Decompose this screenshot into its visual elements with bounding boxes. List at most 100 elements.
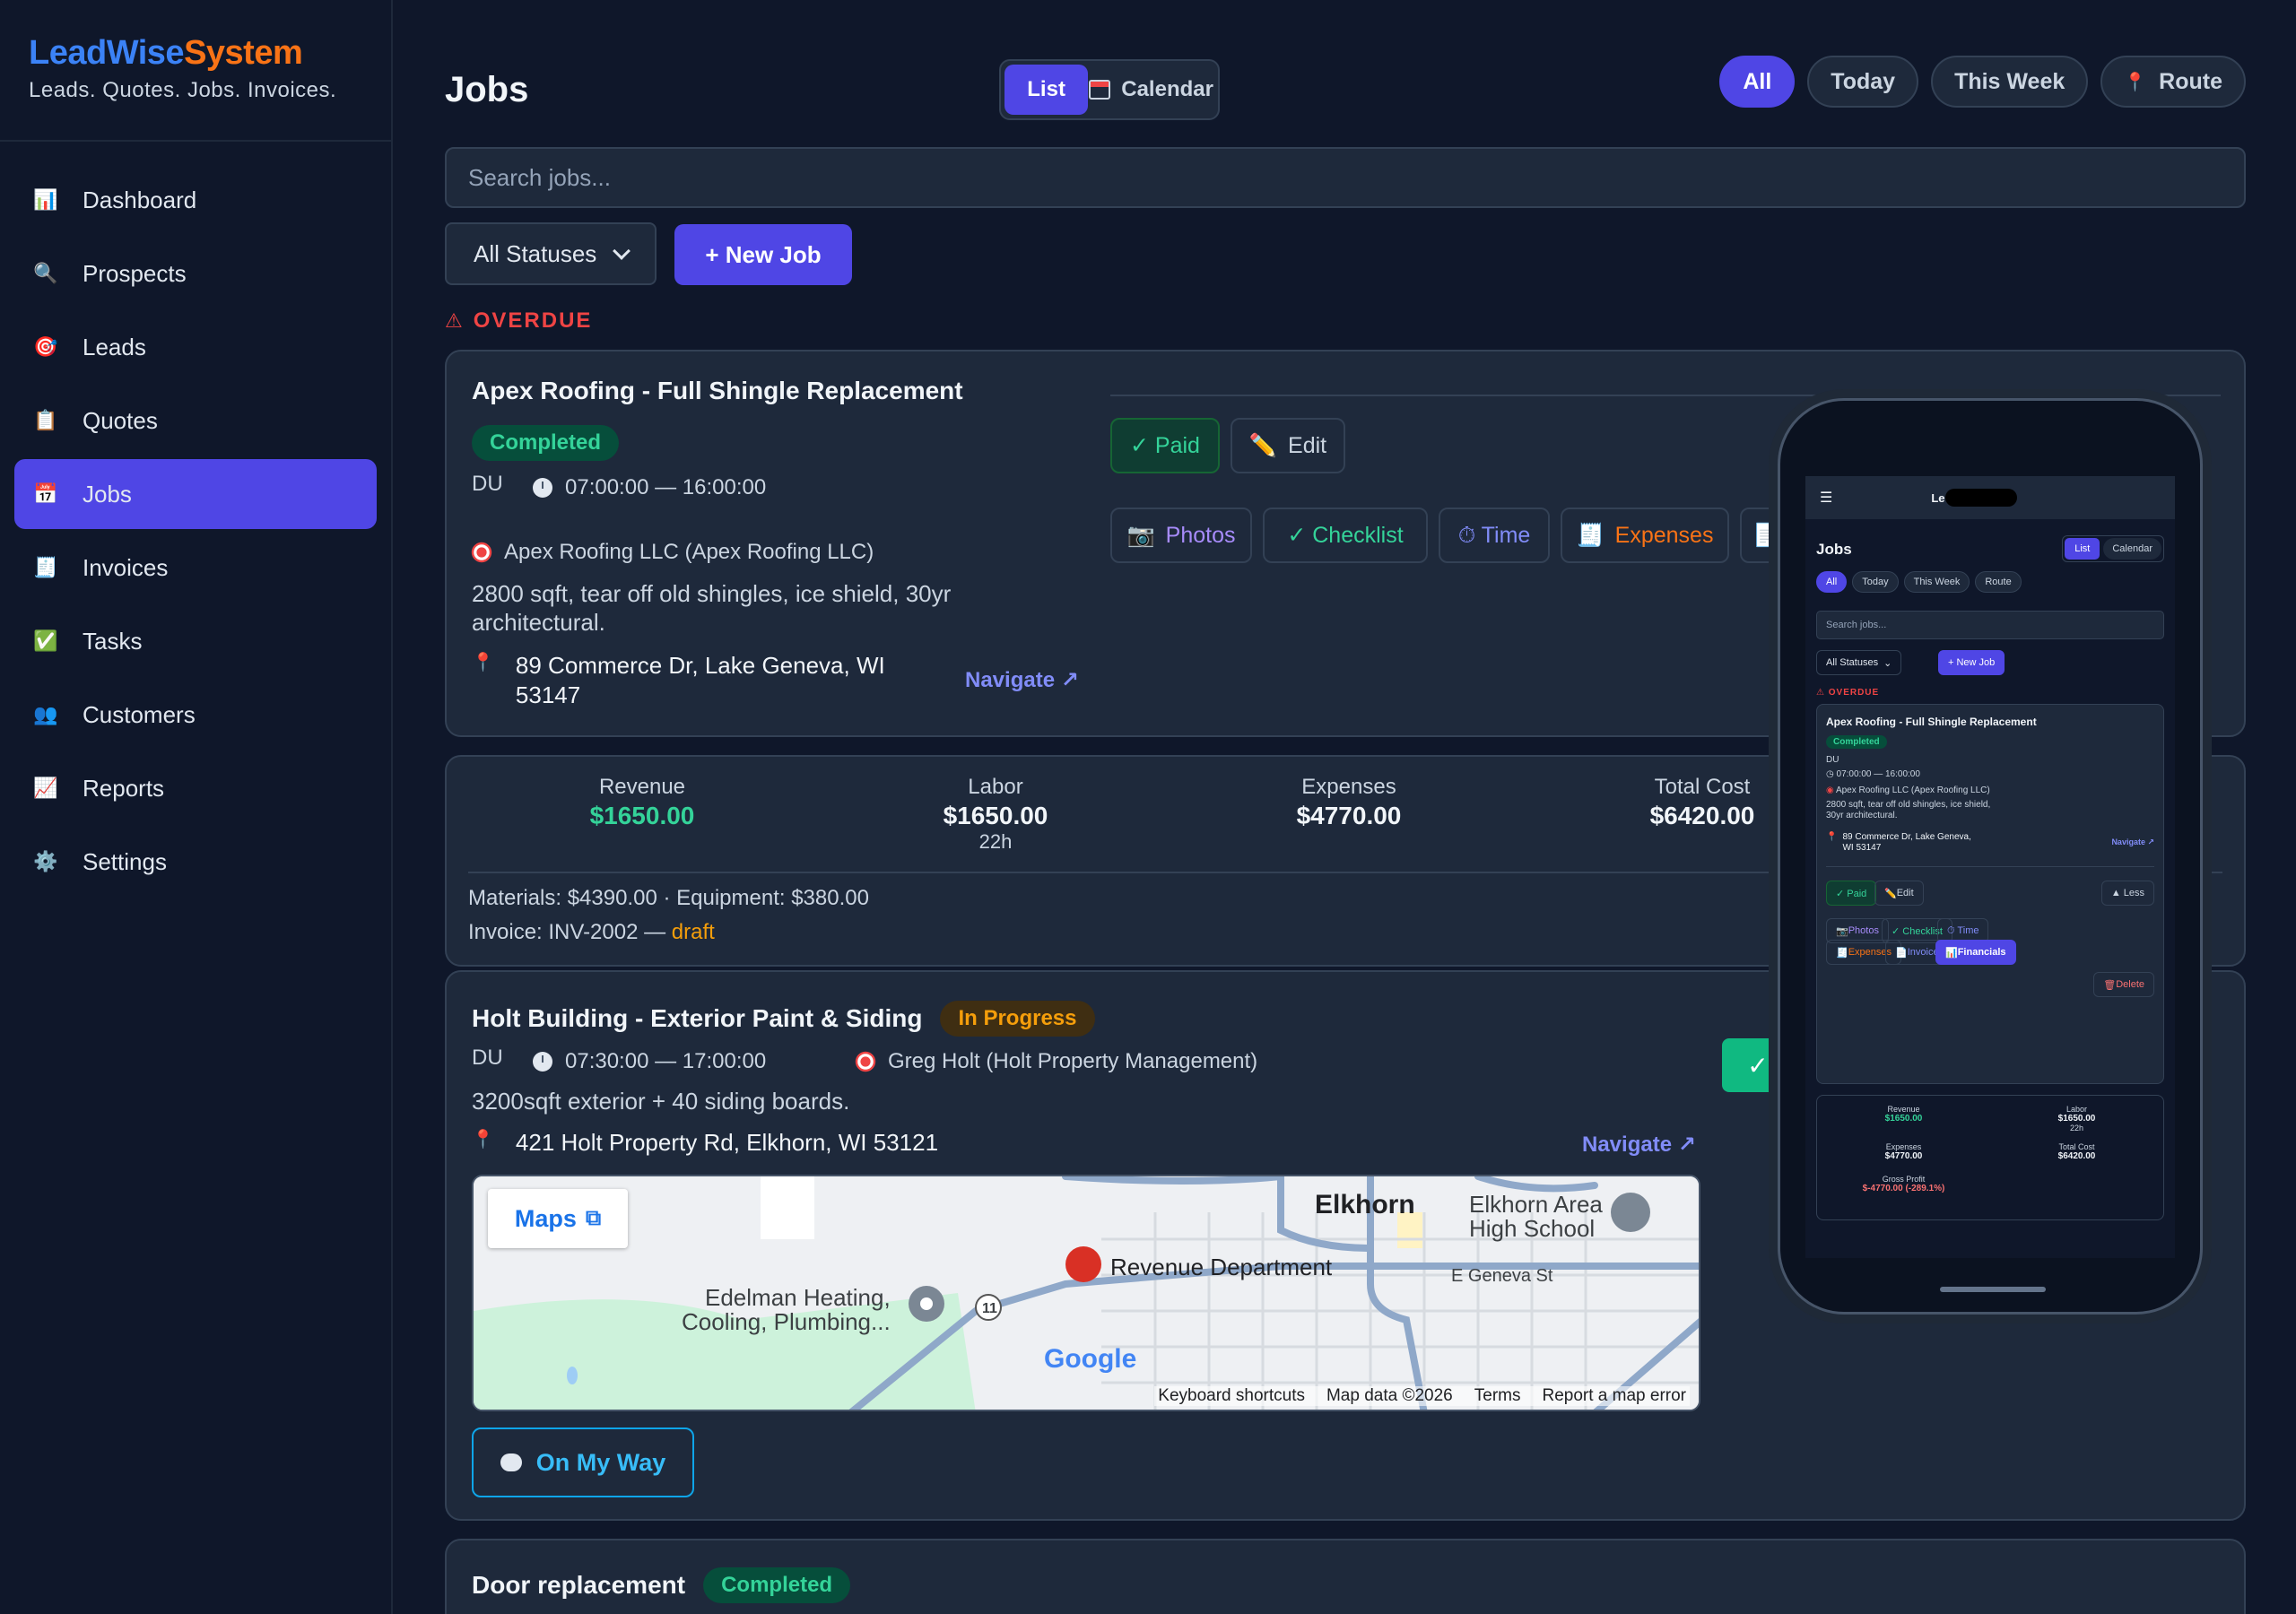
phone-delete-button[interactable]: 🗑 Delete <box>2093 972 2154 997</box>
search-input[interactable]: Search jobs... <box>445 147 2246 208</box>
map-label-elkhorn: Elkhorn <box>1315 1190 1415 1219</box>
brand-tagline: Leads. Quotes. Jobs. Invoices. <box>29 78 337 102</box>
status-select-value: All Statuses <box>474 239 597 267</box>
phone-revenue-stat: Revenue $1650.00 <box>1817 1105 1990 1124</box>
map-shortcuts-link[interactable]: Keyboard shortcuts <box>1158 1386 1305 1406</box>
expenses-label: Expenses <box>1301 775 1396 799</box>
filter-all[interactable]: All <box>1719 56 1796 108</box>
phone-expenses-value: $4770.00 <box>1884 1151 1923 1161</box>
phone-paid-button[interactable]: ✓ Paid <box>1826 881 1877 906</box>
job-map[interactable]: Maps ⧉ Elkhorn Elkhorn Area High School R… <box>472 1175 1700 1411</box>
job-address-text: 89 Commerce Dr, Lake Geneva, WI 53147 <box>515 652 885 708</box>
receipt-icon: 🧾 <box>1576 522 1605 548</box>
phone-navigate-link[interactable]: Navigate ↗ <box>2111 837 2154 847</box>
phone-less-button[interactable]: ▲ Less <box>2100 881 2154 906</box>
sidebar-item-tasks[interactable]: ✅ Tasks <box>14 606 377 676</box>
filter-this-week[interactable]: This Week <box>1931 56 2089 108</box>
phone-edit-button[interactable]: ✏️ Edit <box>1874 881 1924 906</box>
materials-line: Materials: $4390.00 · Equipment: $380.00 <box>468 886 869 910</box>
labor-value: $1650.00 <box>943 802 1048 829</box>
time-button[interactable]: ⏱ Time <box>1439 508 1550 563</box>
photos-button[interactable]: 📷 Photos <box>1110 508 1252 563</box>
map-terms-link[interactable]: Terms <box>1474 1386 1521 1406</box>
phone-status-value: All Statuses <box>1826 657 1879 668</box>
job-card[interactable]: Door replacement Completed <box>445 1539 2246 1614</box>
job-customer[interactable]: Apex Roofing LLC (Apex Roofing LLC) <box>472 540 874 565</box>
sidebar-item-prospects[interactable]: 🔍 Prospects <box>14 239 377 308</box>
phone-job-card[interactable]: Apex Roofing - Full Shingle Replacement … <box>1816 704 2164 1084</box>
open-maps-button[interactable]: Maps ⧉ <box>488 1189 628 1248</box>
pencil-icon: ✏️ <box>1884 888 1897 899</box>
target-icon <box>474 544 490 560</box>
phone-financials-button[interactable]: 📊 Financials <box>1935 940 2016 965</box>
on-my-way-button[interactable]: On My Way <box>472 1427 694 1497</box>
expenses-button[interactable]: 🧾 Expenses <box>1561 508 1729 563</box>
sidebar-item-dashboard[interactable]: 📊 Dashboard <box>14 165 377 235</box>
calendar-view-button[interactable]: Calendar <box>1088 65 1214 115</box>
sidebar-item-label: Quotes <box>83 406 158 434</box>
phone-app-name: Le m <box>1931 488 2018 507</box>
phone-filter-all[interactable]: All <box>1816 571 1848 593</box>
new-job-button[interactable]: + New Job <box>674 224 852 285</box>
sidebar-item-reports[interactable]: 📈 Reports <box>14 753 377 823</box>
navigate-link[interactable]: Navigate ↗ <box>1582 1132 1696 1158</box>
job-time: 07:30:00 — 17:00:00 <box>533 1049 766 1074</box>
phone-filter-week[interactable]: This Week <box>1903 571 1970 593</box>
map-report-link[interactable]: Report a map error <box>1542 1386 1686 1406</box>
camera-icon: 📷 <box>1126 522 1155 548</box>
divider <box>1826 866 2154 867</box>
job-description: 3200sqft exterior + 40 siding boards. <box>472 1088 850 1115</box>
sidebar-item-label: Reports <box>83 774 165 802</box>
phone-revenue-value: $1650.00 <box>1884 1114 1923 1124</box>
search-icon: 🔍 <box>33 262 58 284</box>
phone-photos-label: Photos <box>1848 925 1879 936</box>
phone-preview: ☰ Le m Jobs List Calendar All Today This… <box>1778 398 2203 1315</box>
filter-route[interactable]: 📍 Route <box>2100 56 2246 108</box>
phone-list-button[interactable]: List <box>2065 538 2100 560</box>
redaction-mark <box>1945 488 2018 507</box>
sidebar-item-leads[interactable]: 🎯 Leads <box>14 312 377 382</box>
filter-today[interactable]: Today <box>1807 56 1919 108</box>
sidebar-item-quotes[interactable]: 📋 Quotes <box>14 386 377 456</box>
mark-paid-button[interactable]: ✓ Paid <box>1110 418 1220 473</box>
phone-filter-today[interactable]: Today <box>1852 571 1899 593</box>
trend-icon: 📈 <box>33 777 58 799</box>
labor-hours: 22h <box>978 830 1013 853</box>
phone-job-address-text: 89 Commerce Dr, Lake Geneva, WI 53147 <box>1842 832 1971 853</box>
menu-icon[interactable]: ☰ <box>1820 489 1832 507</box>
phone-search-input[interactable]: Search jobs... <box>1816 611 2164 639</box>
pin-icon: 📍 <box>472 653 494 672</box>
navigate-link[interactable]: Navigate ↗ <box>965 667 1079 693</box>
phone-gross-profit: Gross Profit $-4770.00 (-289.1%) <box>1817 1175 1990 1193</box>
chart-icon: 📊 <box>33 188 58 211</box>
sidebar-item-label: Prospects <box>83 259 187 287</box>
sidebar-item-customers[interactable]: 👥 Customers <box>14 680 377 750</box>
phone-labor-value: $1650.00 <box>2057 1114 2096 1124</box>
brand-logo[interactable]: LeadWiseSystem <box>29 34 362 73</box>
job-customer[interactable]: Greg Holt (Holt Property Management) <box>856 1049 1257 1074</box>
expenses-value: $4770.00 <box>1296 802 1402 829</box>
phone-new-job-button[interactable]: + New Job <box>1938 650 2005 675</box>
check-icon: ✅ <box>33 629 58 652</box>
phone-labor-stat: Labor $1650.00 22h <box>1990 1105 2163 1132</box>
clipboard-icon: 📋 <box>33 409 58 431</box>
phone-status-select[interactable]: All Statuses ⌄ <box>1816 650 1902 675</box>
on-my-way-label: On My Way <box>535 1448 666 1476</box>
invoice-status[interactable]: draft <box>672 920 715 944</box>
phone-job-customer-text: Apex Roofing LLC (Apex Roofing LLC) <box>1835 785 1990 795</box>
status-badge: Completed <box>472 425 620 461</box>
labor-label: Labor <box>968 775 1023 799</box>
sidebar-item-settings[interactable]: ⚙️ Settings <box>14 827 377 897</box>
list-view-button[interactable]: List <box>1004 65 1089 115</box>
checklist-button[interactable]: ✓ Checklist <box>1263 508 1428 563</box>
sidebar-item-invoices[interactable]: 🧾 Invoices <box>14 533 377 603</box>
phone-filter-route[interactable]: Route <box>1975 571 2022 593</box>
job-crew: DU <box>472 1046 503 1070</box>
edit-button[interactable]: ✏️ Edit <box>1231 418 1345 473</box>
status-select[interactable]: All Statuses <box>445 222 657 285</box>
gear-icon: ⚙️ <box>33 850 58 872</box>
job-description: 2800 sqft, tear off old shingles, ice sh… <box>472 580 952 636</box>
phone-calendar-button[interactable]: Calendar <box>2103 538 2161 560</box>
sidebar-item-jobs[interactable]: 📅 Jobs <box>14 459 377 529</box>
phone-overdue-label: ⚠ OVERDUE <box>1816 688 1880 698</box>
